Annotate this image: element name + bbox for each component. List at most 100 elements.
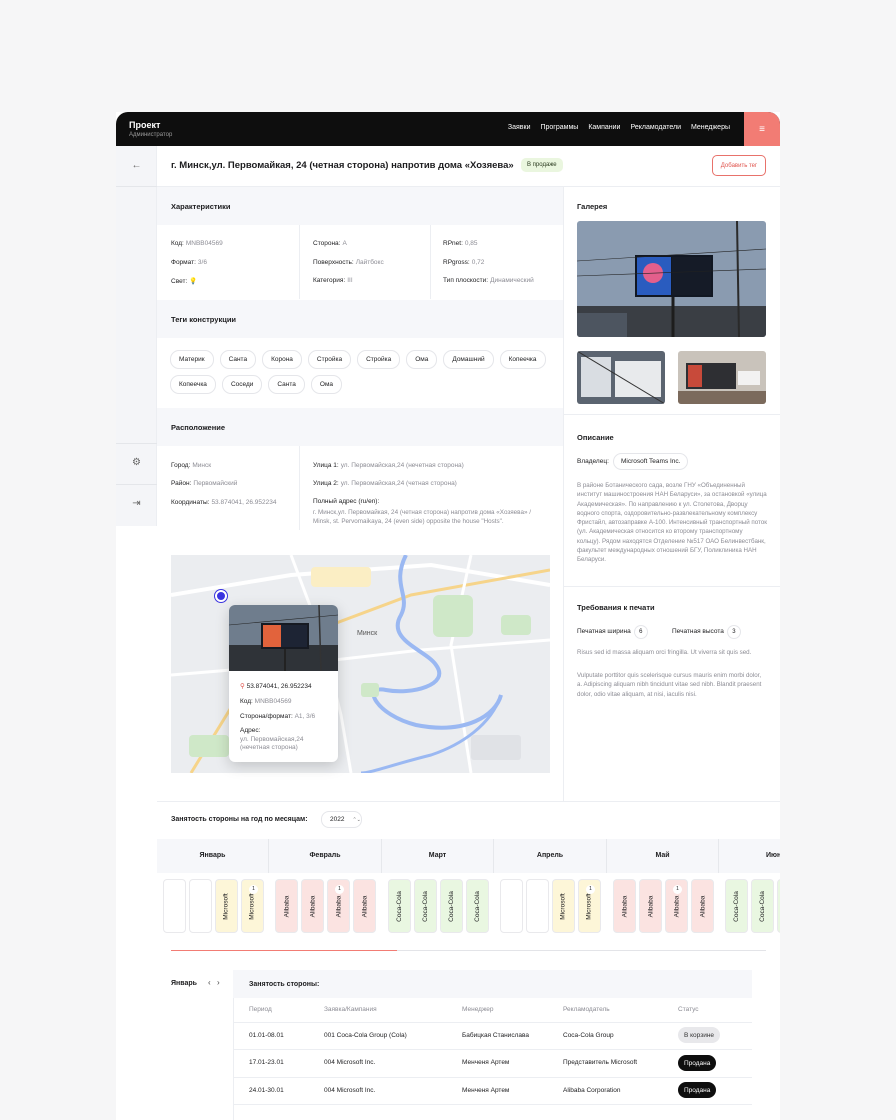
week-card[interactable]: Coca-Cola bbox=[414, 879, 437, 933]
col-manager: Менеджер bbox=[462, 1006, 494, 1013]
characteristics-title: Характеристики bbox=[171, 202, 231, 211]
tag-chip[interactable]: Корона bbox=[262, 350, 302, 369]
nav-item-programs[interactable]: Программы bbox=[540, 124, 578, 131]
gallery-thumbnail[interactable] bbox=[678, 351, 766, 404]
week-card-label: Coca-Cola bbox=[448, 890, 455, 922]
week-card-label: Alibaba bbox=[361, 895, 368, 917]
month-january[interactable]: Январь bbox=[157, 839, 269, 873]
tag-chip[interactable]: Материк bbox=[170, 350, 214, 369]
week-card[interactable]: Microsoft bbox=[552, 879, 575, 933]
menu-button[interactable]: ≡ bbox=[744, 112, 780, 146]
week-card[interactable]: Alibaba bbox=[301, 879, 324, 933]
week-card-label: Alibaba bbox=[673, 895, 680, 917]
week-card-label: Coca-Cola bbox=[474, 890, 481, 922]
week-card[interactable]: Coca-Cola bbox=[751, 879, 774, 933]
nav-item-requests[interactable]: Заявки bbox=[508, 124, 531, 131]
print-title: Требования к печати bbox=[577, 603, 655, 612]
week-card[interactable]: Alibaba bbox=[613, 879, 636, 933]
month-february[interactable]: Февраль bbox=[269, 839, 382, 873]
rail-divider bbox=[116, 484, 157, 485]
week-card[interactable] bbox=[163, 879, 186, 933]
nav-item-campaigns[interactable]: Кампании bbox=[588, 124, 620, 131]
chevron-right-icon[interactable]: › bbox=[217, 978, 220, 987]
week-card[interactable]: Alibaba 1 bbox=[327, 879, 350, 933]
divider bbox=[157, 801, 780, 802]
week-card[interactable]: Alibaba bbox=[639, 879, 662, 933]
week-card[interactable]: Coca-Cola bbox=[388, 879, 411, 933]
col-status: Статус bbox=[678, 1006, 699, 1013]
week-card-label: Alibaba bbox=[283, 895, 290, 917]
char-surface: Поверхность: Лайтбокс bbox=[313, 259, 384, 266]
week-card[interactable]: Alibaba 1 bbox=[665, 879, 688, 933]
week-card[interactable]: Microsoft 1 bbox=[578, 879, 601, 933]
tag-chip[interactable]: Копеечка bbox=[499, 350, 546, 369]
week-card[interactable]: Microsoft bbox=[215, 879, 238, 933]
left-rail: ← ⚙ ⇥ bbox=[116, 146, 157, 526]
week-card-count: 1 bbox=[586, 885, 595, 894]
week-card[interactable]: Alibaba bbox=[275, 879, 298, 933]
week-card[interactable]: Microsoft 1 bbox=[241, 879, 264, 933]
char-format: Формат: 3/6 bbox=[171, 259, 207, 266]
status-badge: В продаже bbox=[521, 158, 563, 172]
add-tag-button[interactable]: Добавить тег bbox=[712, 155, 766, 176]
cell-manager: Менченя Артем bbox=[462, 1087, 510, 1094]
tag-chip[interactable]: Стройка bbox=[307, 350, 352, 369]
gallery-main-image[interactable] bbox=[577, 221, 766, 337]
tag-chip[interactable]: Санта bbox=[219, 350, 257, 369]
owner-chip[interactable]: Microsoft Teams Inc. bbox=[613, 453, 689, 470]
full-address-label: Полный адрес (ru/en): bbox=[313, 498, 380, 505]
popup-coords: ⚲ 53.874041, 26.952234 bbox=[240, 683, 312, 690]
scroll-progress[interactable] bbox=[171, 950, 766, 951]
col-period: Период bbox=[249, 1006, 272, 1013]
week-card[interactable] bbox=[526, 879, 549, 933]
brand[interactable]: Проект Администратор bbox=[129, 120, 172, 138]
booking-title: Занятость стороны: bbox=[249, 981, 320, 988]
chevron-left-icon[interactable]: ‹ bbox=[208, 978, 211, 987]
week-card-label: Coca-Cola bbox=[759, 890, 766, 922]
week-card[interactable]: Coca-Cola bbox=[777, 879, 780, 933]
nav-item-advertisers[interactable]: Рекламодатели bbox=[630, 124, 681, 131]
month-april[interactable]: Апрель bbox=[494, 839, 607, 873]
tag-chip[interactable]: Соседи bbox=[221, 375, 263, 394]
back-arrow-icon[interactable]: ← bbox=[116, 160, 157, 171]
tag-chip[interactable]: Домашний bbox=[443, 350, 494, 369]
week-card[interactable]: Coca-Cola bbox=[725, 879, 748, 933]
map-graphic bbox=[171, 555, 550, 773]
logout-icon[interactable]: ⇥ bbox=[116, 498, 157, 509]
year-select[interactable]: 2022 ⌃⌄ bbox=[321, 811, 362, 828]
tag-list: Материк Санта Корона Стройка Стройка Ома… bbox=[170, 350, 550, 394]
map-popup[interactable]: ⚲ 53.874041, 26.952234 Код: MNBB04569 Ст… bbox=[229, 605, 338, 762]
cell-manager: Менченя Артем bbox=[462, 1059, 510, 1066]
nav-item-managers[interactable]: Менеджеры bbox=[691, 124, 730, 131]
week-card-label: Microsoft bbox=[586, 892, 593, 920]
tag-chip[interactable]: Ома bbox=[406, 350, 438, 369]
map-city-label: Минск bbox=[357, 630, 378, 637]
week-card[interactable]: Coca-Cola bbox=[466, 879, 489, 933]
loc-street-1: Улица 1: ул. Первомайская,24 (нечетная ст… bbox=[313, 462, 464, 469]
month-may[interactable]: Май bbox=[607, 839, 719, 873]
week-card[interactable] bbox=[189, 879, 212, 933]
tag-chip[interactable]: Ома bbox=[310, 375, 343, 394]
week-card[interactable]: Alibaba bbox=[691, 879, 714, 933]
cell-period: 24.01-30.01 bbox=[249, 1087, 284, 1094]
week-card-label: Alibaba bbox=[335, 895, 342, 917]
divider bbox=[233, 1104, 752, 1105]
week-card[interactable] bbox=[500, 879, 523, 933]
week-card-label: Coca-Cola bbox=[422, 890, 429, 922]
loc-street-2: Улица 2: ул. Первомайская,24 (четная стор… bbox=[313, 480, 457, 487]
gallery-thumbnail[interactable] bbox=[577, 351, 665, 404]
brand-title: Проект bbox=[129, 120, 161, 130]
map-marker-icon[interactable] bbox=[215, 590, 227, 602]
map[interactable]: Минск bbox=[171, 555, 550, 773]
settings-icon[interactable]: ⚙ bbox=[116, 457, 157, 468]
week-card[interactable]: Alibaba bbox=[353, 879, 376, 933]
month-march[interactable]: Март bbox=[382, 839, 494, 873]
tag-chip[interactable]: Санта bbox=[268, 375, 305, 394]
column-divider bbox=[299, 446, 300, 530]
week-card[interactable]: Coca-Cola bbox=[440, 879, 463, 933]
tag-chip[interactable]: Копеечка bbox=[170, 375, 216, 394]
month-june[interactable]: Июнь bbox=[719, 839, 780, 873]
tag-chip[interactable]: Стройка bbox=[357, 350, 401, 369]
full-address: г. Минск,ул. Первомайкая, 24 (четная сто… bbox=[313, 509, 531, 526]
week-card-count: 1 bbox=[335, 885, 344, 894]
